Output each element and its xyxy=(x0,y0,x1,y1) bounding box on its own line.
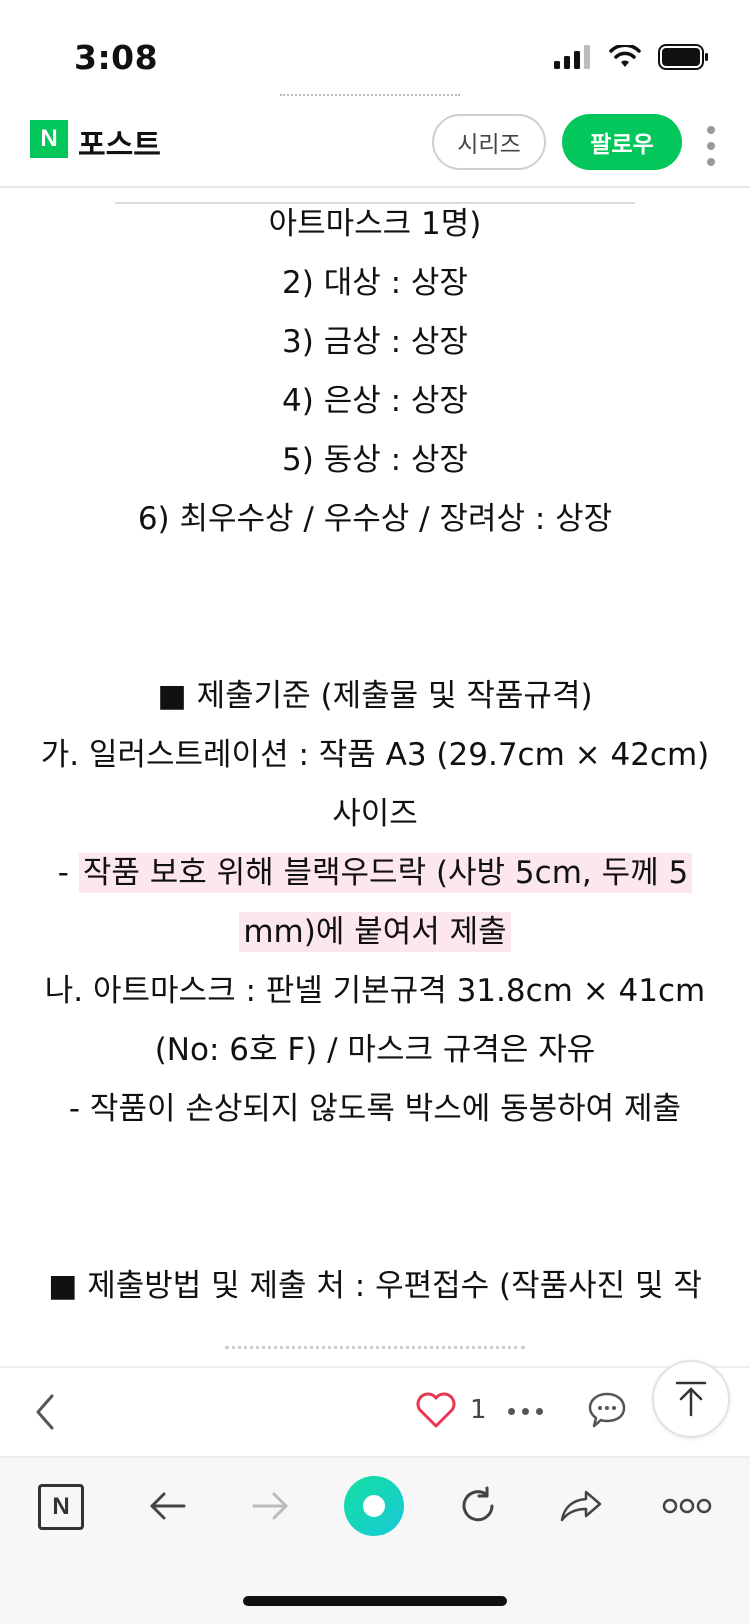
comment-icon[interactable] xyxy=(586,1390,628,1430)
text-line: 2) 대상 : 상장 xyxy=(282,265,468,301)
text-line: 6) 최우수상 / 우수상 / 장려상 : 상장 xyxy=(137,501,613,537)
record-dot-icon xyxy=(363,1495,385,1517)
heart-like-icon[interactable] xyxy=(414,1390,458,1430)
status-icons xyxy=(554,44,710,70)
browser-forward-icon[interactable] xyxy=(248,1486,292,1526)
refresh-icon[interactable] xyxy=(456,1484,500,1528)
status-time: 3:08 xyxy=(74,38,159,77)
post-title[interactable]: 포스트 xyxy=(78,120,161,164)
text-line: 4) 은상 : 상장 xyxy=(282,383,468,419)
dash-prefix: - xyxy=(57,855,79,891)
series-button[interactable]: 시리즈 xyxy=(432,114,546,170)
highlighted-text: 작품 보호 위해 블랙우드락 (사방 5cm, 두께 5 xyxy=(78,853,693,893)
browser-back-icon[interactable] xyxy=(146,1486,190,1526)
article-content: 아트마스크 1명) 2) 대상 : 상장 3) 금상 : 상장 4) 은상 : … xyxy=(0,190,750,1368)
text-line: (No: 6호 F) / 마스크 규격은 자유 xyxy=(154,1032,596,1068)
back-chevron-icon[interactable] xyxy=(30,1392,60,1432)
green-dot-record-button[interactable] xyxy=(344,1476,404,1536)
text-line: - 작품 보호 위해 블랙우드락 (사방 5cm, 두께 5 xyxy=(30,853,720,893)
section-heading: ■ 제출방법 및 제출 처 : 우편접수 (작품사진 및 작 xyxy=(48,1268,702,1304)
like-count: 1 xyxy=(470,1395,487,1425)
share-more-icon[interactable] xyxy=(508,1408,543,1415)
text-line: 가. 일러스트레이션 : 작품 A3 (29.7cm × 42cm) xyxy=(40,737,710,773)
cut-off-line xyxy=(30,1328,720,1368)
battery-icon xyxy=(658,44,708,70)
arrow-up-icon xyxy=(675,1381,707,1417)
follow-button[interactable]: 팔로우 xyxy=(562,114,682,170)
highlighted-text: mm)에 붙여서 제출 xyxy=(239,912,511,952)
text-line: 나. 아트마스크 : 판넬 기본규격 31.8cm × 41cm xyxy=(44,973,706,1009)
post-action-bar xyxy=(0,1366,750,1456)
wifi-icon xyxy=(609,45,641,67)
text-line: mm)에 붙여서 제출 xyxy=(30,912,720,952)
cellular-signal-icon xyxy=(554,45,590,69)
naver-home-icon[interactable]: N xyxy=(38,1484,84,1530)
section-heading: ■ 제출기준 (제출물 및 작품규격) xyxy=(157,678,593,714)
status-bar: 3:08 xyxy=(0,0,750,100)
home-indicator xyxy=(243,1596,507,1606)
text-line: 3) 금상 : 상장 xyxy=(282,324,468,360)
more-menu-icon[interactable] xyxy=(662,1496,712,1516)
naver-logo[interactable]: N xyxy=(30,120,68,158)
more-options-icon[interactable] xyxy=(704,126,718,166)
text-line: 아트마스크 1명) xyxy=(268,206,482,242)
share-icon[interactable] xyxy=(558,1486,604,1526)
text-line: 사이즈 xyxy=(332,796,418,832)
text-line: - 작품이 손상되지 않도록 박스에 동봉하여 제출 xyxy=(68,1091,682,1127)
scroll-to-top-button[interactable] xyxy=(652,1360,730,1438)
text-line: 5) 동상 : 상장 xyxy=(282,442,468,478)
